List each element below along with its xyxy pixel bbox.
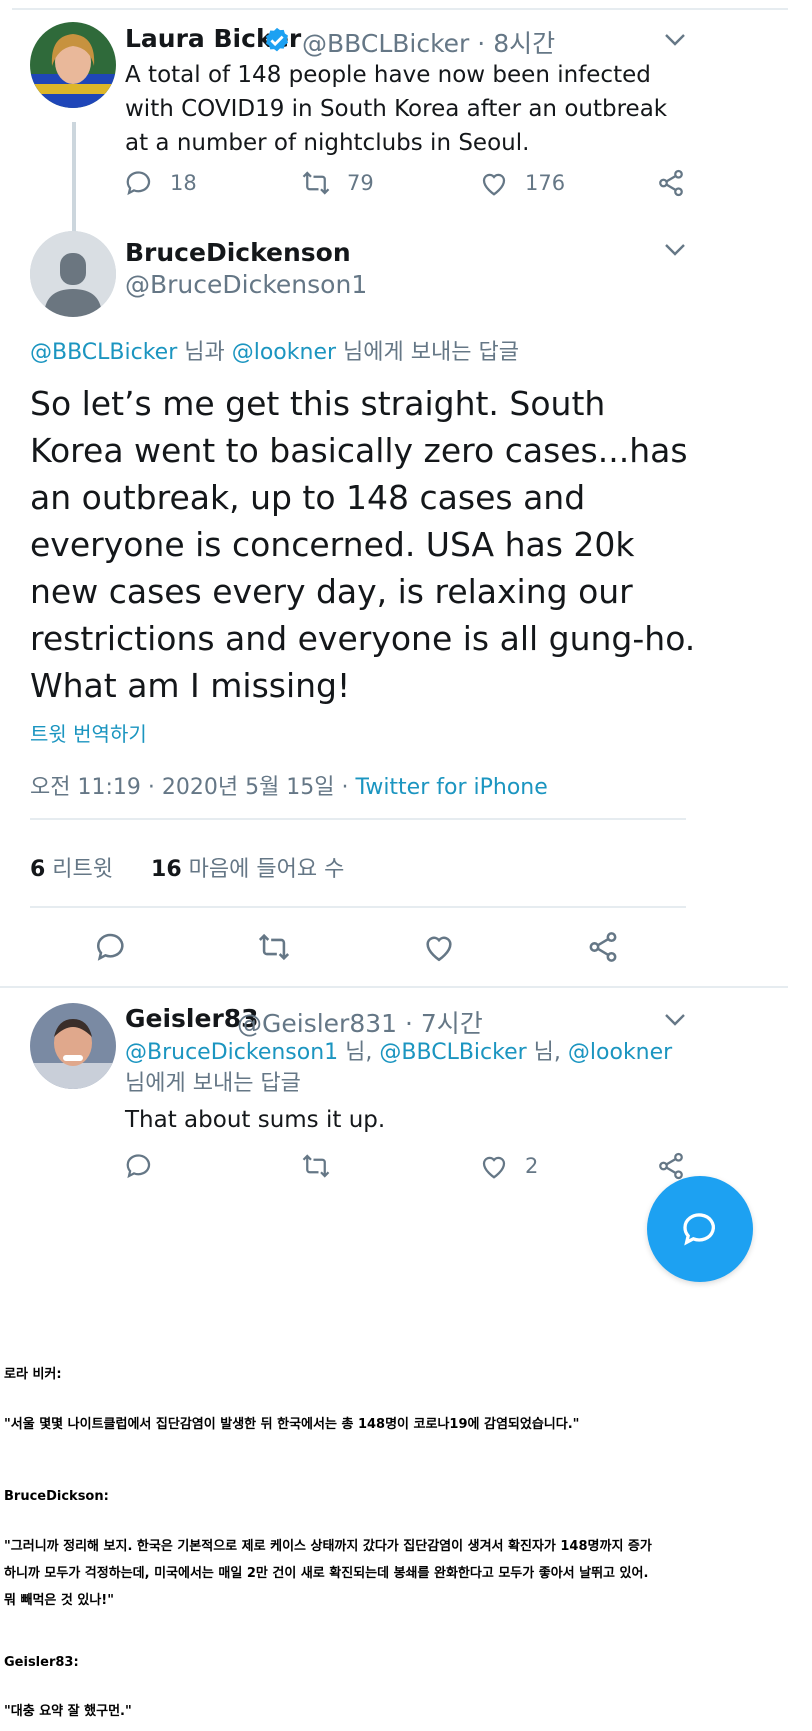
retweet-icon: [302, 171, 330, 195]
replying-to-text: 님과: [177, 340, 232, 365]
tweet-timestamp: 오전 11:19 · 2020년 5월 15일 · Twitter for iP…: [30, 769, 548, 801]
reply-icon: [126, 171, 151, 196]
author-handle[interactable]: @BruceDickenson1: [125, 270, 367, 299]
translation-quote: "서울 몇몇 나이트클럽에서 집단감염이 발생한 뒤 한국에서는 총 148명이…: [4, 1417, 580, 1432]
like-action[interactable]: 176: [479, 168, 565, 198]
reply-action[interactable]: 18: [124, 168, 197, 198]
geisler83-avatar[interactable]: [30, 1003, 116, 1089]
chevron-down-icon[interactable]: [664, 243, 686, 257]
share-action[interactable]: [656, 168, 686, 198]
retweet-stat-count: 6: [30, 857, 46, 882]
translation-quote-line: 뭐 빼먹은 것 있나!": [4, 1593, 114, 1608]
translation-speaker: Geisler83:: [4, 1655, 79, 1670]
share-action[interactable]: [656, 1151, 686, 1181]
replying-to-text: 님에게 보내는 답글: [125, 1071, 301, 1096]
retweet-icon: [258, 933, 290, 961]
retweet-count: 79: [347, 171, 374, 195]
chevron-down-icon[interactable]: [664, 33, 686, 47]
divider: [30, 818, 686, 820]
retweet-action[interactable]: [301, 1151, 331, 1181]
like-count: 176: [525, 171, 566, 195]
like-action[interactable]: [422, 930, 456, 964]
handle-text[interactable]: @Geisler831: [237, 1009, 397, 1038]
tweet-time[interactable]: · 8시간: [477, 29, 555, 58]
compose-icon: [683, 1213, 715, 1246]
share-action[interactable]: [586, 930, 620, 964]
translation-quote: "대충 요약 잘 했구먼.": [4, 1704, 132, 1719]
reply-action[interactable]: [94, 930, 128, 964]
retweet-action[interactable]: 79: [301, 168, 374, 198]
engagement-stats: 6 리트윗 16 마음에 들어요 수: [30, 851, 344, 883]
author-handle[interactable]: @BBCLBicker · 8시간: [302, 24, 555, 60]
like-count: 2: [525, 1154, 539, 1178]
tweet-text: A total of 148 people have now been infe…: [125, 62, 668, 156]
divider: [0, 986, 788, 988]
reply-count: 18: [170, 171, 197, 195]
retweet-stat[interactable]: 6 리트윗: [30, 857, 113, 882]
replying-to-text: 님,: [338, 1040, 380, 1065]
translation-quote-line: "그러니까 정리해 보지. 한국은 기본적으로 제로 케이스 상태까지 갔다가 …: [4, 1539, 652, 1554]
retweet-action[interactable]: [257, 930, 291, 964]
retweet-icon: [302, 1154, 330, 1178]
like-stat-count: 16: [151, 857, 182, 882]
author-name[interactable]: BruceDickenson: [125, 238, 351, 267]
replying-to: @BruceDickenson1 님, @BBCLBicker 님, @look…: [125, 1037, 695, 1099]
like-stat-label: 마음에 들어요 수: [181, 857, 345, 882]
laura-bicker-avatar[interactable]: [30, 22, 116, 108]
share-icon: [659, 1152, 683, 1180]
verified-badge-icon: [266, 27, 288, 52]
thread-connector-line: [72, 122, 76, 244]
chevron-down-icon[interactable]: [664, 1013, 686, 1027]
reply-icon: [126, 1154, 151, 1179]
replying-to-text: 님에게 보내는 답글: [336, 340, 519, 365]
replying-to: @BBCLBicker 님과 @lookner 님에게 보내는 답글: [30, 334, 519, 366]
mention-link[interactable]: @lookner: [568, 1040, 672, 1065]
translation-speaker: BruceDickson:: [4, 1489, 109, 1504]
mention-link[interactable]: @BBCLBicker: [379, 1040, 526, 1065]
translation-quote-line: 하니까 모두가 걱정하는데, 미국에서는 매일 2만 건이 새로 확진되는데 봉…: [4, 1566, 649, 1581]
mention-link[interactable]: @BBCLBicker: [30, 340, 177, 365]
mention-link[interactable]: @lookner: [232, 340, 336, 365]
mention-link[interactable]: @BruceDickenson1: [125, 1040, 338, 1065]
focused-tweet-text: So let’s me get this straight. South Kor…: [30, 384, 696, 705]
retweet-stat-label: 리트윗: [45, 857, 114, 882]
handle-text[interactable]: @BBCLBicker: [302, 29, 469, 58]
share-icon: [589, 932, 617, 962]
compose-button[interactable]: [647, 1176, 753, 1282]
tweet-text: That about sums it up.: [125, 1107, 386, 1133]
tweet-time[interactable]: · 7시간: [405, 1009, 483, 1038]
like-stat[interactable]: 16 마음에 들어요 수: [151, 857, 344, 882]
replying-to-text: 님,: [526, 1040, 568, 1065]
default-avatar[interactable]: [30, 231, 116, 317]
timestamp-text: 오전 11:19 · 2020년 5월 15일 ·: [30, 775, 356, 800]
author-handle[interactable]: @Geisler831 · 7시간: [237, 1004, 483, 1040]
source-link[interactable]: Twitter for iPhone: [356, 775, 548, 800]
like-icon: [426, 936, 452, 962]
share-icon: [659, 169, 683, 197]
like-icon: [482, 173, 506, 196]
translate-tweet-link[interactable]: 트윗 번역하기: [30, 718, 147, 747]
divider: [30, 906, 686, 908]
like-action[interactable]: 2: [479, 1151, 538, 1181]
like-icon: [482, 1156, 506, 1179]
reply-action[interactable]: [124, 1151, 154, 1181]
top-divider: [12, 8, 788, 10]
translation-speaker: 로라 비커:: [4, 1367, 62, 1382]
reply-icon: [96, 933, 124, 961]
